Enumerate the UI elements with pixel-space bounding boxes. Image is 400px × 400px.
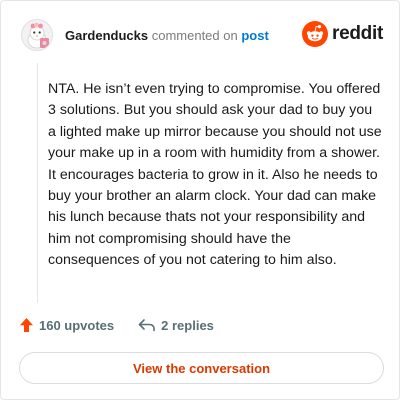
comment-header: Gardenducks commented on post reddit (21, 15, 383, 55)
avatar[interactable] (21, 19, 53, 51)
replies-button[interactable]: 2 replies (138, 318, 214, 333)
reply-arrow-icon (138, 319, 155, 332)
brand-name: reddit (332, 23, 383, 44)
view-conversation-button[interactable]: View the conversation (19, 352, 384, 384)
replies-count: 2 replies (161, 317, 214, 333)
reddit-brand[interactable]: reddit (302, 21, 383, 47)
post-link[interactable]: post (241, 28, 268, 43)
comment-card: Gardenducks commented on post reddit NTA… (0, 0, 400, 400)
comment-body: NTA. He isn’t even trying to compromise.… (48, 81, 382, 269)
upvote-arrow-icon (20, 318, 33, 332)
username-link[interactable]: Gardenducks (65, 28, 148, 43)
comment-actions: 160 upvotes 2 replies (19, 317, 214, 333)
action-text: commented on (151, 27, 238, 43)
upvote-button[interactable]: 160 upvotes (19, 317, 114, 333)
upvote-count: 160 upvotes (39, 317, 115, 333)
comment-meta: Gardenducks commented on post (65, 28, 269, 43)
thread-line (37, 63, 38, 303)
reddit-logo-icon (302, 21, 329, 47)
avatar-icon (27, 22, 49, 49)
